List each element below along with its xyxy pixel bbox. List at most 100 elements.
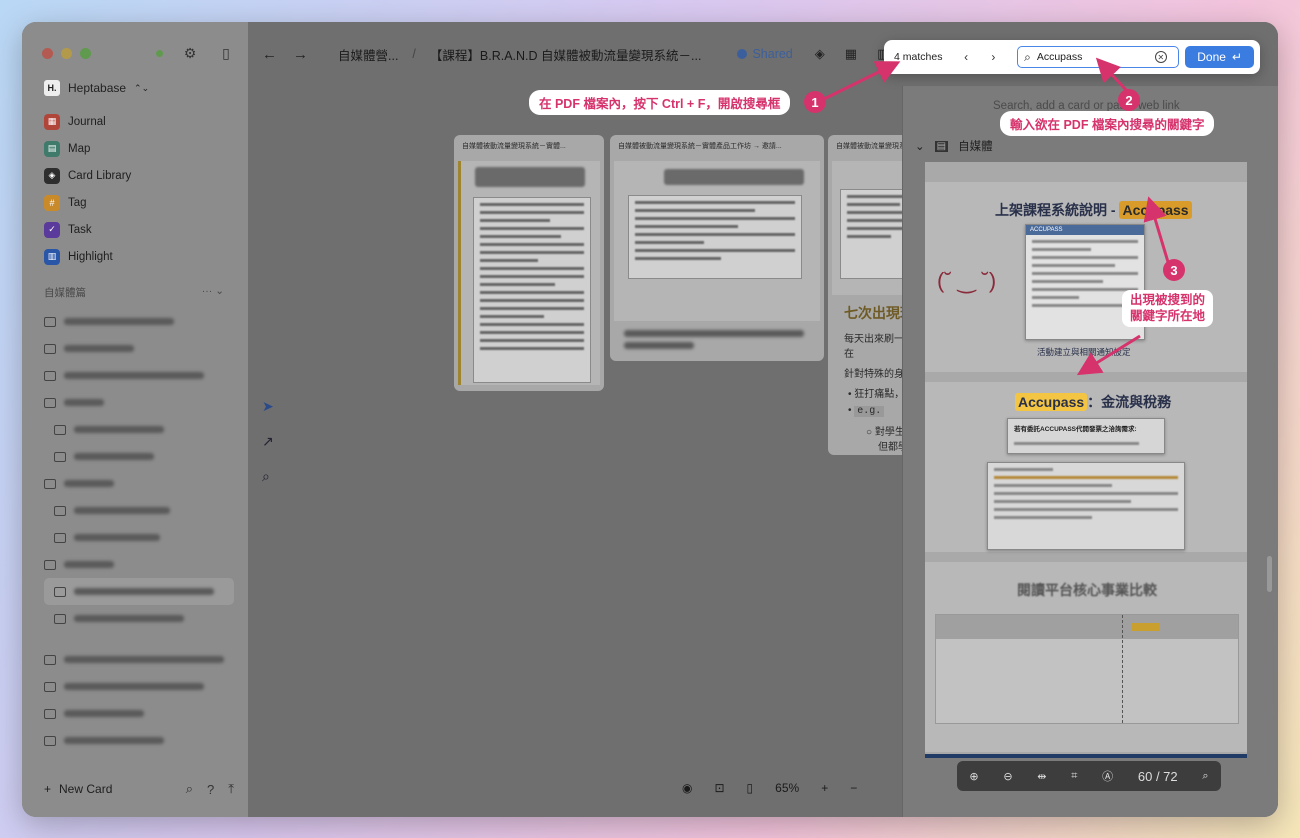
card-icon bbox=[44, 708, 56, 719]
canvas-tools: ➤ ↗ ⌕ bbox=[262, 398, 274, 485]
sidebar-item-tag[interactable]: # Tag bbox=[44, 189, 131, 216]
crop-icon[interactable]: ⌗ bbox=[1071, 770, 1077, 783]
scrollbar[interactable] bbox=[1267, 556, 1272, 592]
card-title: 自媒體被動流量變現系統－實體產品工作坊 → 邀請... bbox=[618, 143, 782, 150]
sidebar-item-highlight[interactable]: ▥ Highlight bbox=[44, 243, 131, 270]
tree-item[interactable] bbox=[44, 497, 234, 524]
zoom-out-button[interactable]: − bbox=[850, 781, 857, 795]
chevron-updown-icon: ⌃⌄ bbox=[134, 82, 150, 93]
zoom-in-icon[interactable]: ⊕ bbox=[969, 770, 978, 783]
tree-item[interactable] bbox=[44, 308, 234, 335]
sidebar-item-map[interactable]: ▤ Map bbox=[44, 135, 131, 162]
help-icon[interactable]: ? bbox=[207, 782, 214, 797]
upload-icon[interactable]: ⤒ bbox=[228, 781, 234, 797]
done-button[interactable]: Done ↵ bbox=[1185, 46, 1254, 68]
smiley-doodle-icon: (˘ ‿ ˘) bbox=[937, 268, 997, 293]
sidebar-toggle-icon[interactable]: ▯ bbox=[217, 44, 235, 62]
breadcrumb-separator: / bbox=[412, 47, 416, 61]
minimize-window-button[interactable] bbox=[61, 48, 72, 59]
tree-item[interactable] bbox=[44, 389, 234, 416]
pdf-page-thumbnail bbox=[473, 197, 591, 383]
tree-item[interactable] bbox=[44, 416, 234, 443]
back-arrow-icon[interactable]: ← bbox=[262, 46, 277, 63]
clear-icon[interactable]: ✕ bbox=[1154, 51, 1167, 63]
card-icon bbox=[44, 343, 56, 354]
folder-icon bbox=[44, 397, 56, 408]
arrow-connector-icon[interactable]: ↗ bbox=[262, 433, 274, 450]
tree-item[interactable] bbox=[44, 443, 234, 470]
pdf-page-thumbnail bbox=[628, 195, 802, 279]
annotation-step-1: 在 PDF 檔案內，按下 Ctrl + F，開啟搜尋框 bbox=[529, 90, 791, 115]
previous-match-button[interactable]: ‹ bbox=[952, 50, 979, 64]
annotate-icon[interactable]: Ⓐ bbox=[1102, 768, 1113, 784]
forward-arrow-icon[interactable]: → bbox=[293, 46, 308, 63]
tree-item[interactable] bbox=[44, 605, 234, 632]
next-match-button[interactable]: › bbox=[980, 50, 1007, 64]
search-match-current: Accupass bbox=[1119, 201, 1192, 219]
chevron-down-icon[interactable]: ⌄ bbox=[915, 139, 925, 153]
fit-screen-icon[interactable]: ⊡ bbox=[714, 781, 724, 795]
calendar-icon[interactable]: ▦ bbox=[845, 46, 857, 62]
pdf-file-icon: ▤ bbox=[934, 140, 949, 152]
mouse-icon[interactable]: ▯ bbox=[747, 781, 754, 795]
card-bullet: • e.g. bbox=[848, 405, 885, 417]
tree-item[interactable] bbox=[44, 673, 234, 700]
zoom-in-button[interactable]: + bbox=[821, 781, 828, 795]
close-window-button[interactable] bbox=[42, 48, 53, 59]
search-icon[interactable]: ⌕ bbox=[186, 781, 193, 797]
shared-button[interactable]: Shared bbox=[737, 47, 793, 61]
sidebar-item-journal[interactable]: ▦ Journal bbox=[44, 108, 131, 135]
card-icon bbox=[54, 613, 66, 624]
tree-item[interactable] bbox=[44, 727, 234, 754]
card-icon bbox=[54, 505, 66, 516]
tree-item[interactable] bbox=[44, 700, 234, 727]
sidebar-item-task[interactable]: ✓ Task bbox=[44, 216, 131, 243]
annotation-number-2: 2 bbox=[1118, 89, 1140, 111]
card-icon bbox=[54, 532, 66, 543]
pdf-viewer[interactable]: 上架課程系統說明 - Accupass ACCUPASS (˘ ‿ ˘) 活動建… bbox=[925, 162, 1247, 758]
search-icon[interactable]: ⌕ bbox=[1202, 770, 1208, 783]
card-icon bbox=[44, 735, 56, 746]
card-icon bbox=[54, 451, 66, 462]
zoom-out-icon[interactable]: ⊖ bbox=[1003, 770, 1012, 783]
new-card-button[interactable]: + New Card bbox=[44, 782, 172, 796]
pdf-card-header[interactable]: ⌄ ▤ 自媒體 bbox=[915, 132, 1266, 160]
zoom-level[interactable]: 65% bbox=[775, 781, 799, 795]
breadcrumb-current[interactable]: 【課程】B.R.A.N.D 自媒體被動流量變現系統－... bbox=[430, 45, 702, 64]
plus-icon: + bbox=[44, 782, 52, 796]
sidebar-section-header[interactable]: 自媒體篇 ··· ⌄ bbox=[44, 285, 224, 300]
main-area: ← → 自媒體營... / 【課程】B.R.A.N.D 自媒體被動流量變現系統－… bbox=[248, 22, 1278, 817]
eye-icon[interactable]: ◉ bbox=[682, 781, 692, 795]
canvas-card[interactable]: 自媒體被動流量變現系統－實體... bbox=[454, 135, 604, 391]
settings-gear-icon[interactable]: ⚙ bbox=[181, 44, 199, 62]
card-heading-blurred bbox=[475, 167, 585, 187]
sidebar-tree bbox=[44, 308, 234, 754]
fit-width-icon[interactable]: ⇹ bbox=[1037, 770, 1046, 783]
canvas-card[interactable]: 自媒體被動流量變現系統－實體產品工作坊 → 邀請... bbox=[610, 135, 824, 361]
pdf-page: 閱讀平台核心事業比較 bbox=[925, 562, 1247, 752]
workspace-switcher[interactable]: H. Heptabase ⌃⌄ bbox=[44, 80, 149, 96]
tree-item[interactable] bbox=[44, 646, 234, 673]
tree-item-selected[interactable] bbox=[44, 578, 234, 605]
slide-caption: 活動建立與相關通知設定 bbox=[1037, 347, 1131, 357]
workspace-logo: H. bbox=[44, 80, 60, 96]
select-cursor-icon[interactable]: ➤ bbox=[262, 398, 274, 415]
pdf-title: 自媒體 bbox=[958, 141, 993, 153]
more-options-icon[interactable]: ··· ⌄ bbox=[202, 285, 224, 300]
zoom-window-button[interactable] bbox=[80, 48, 91, 59]
app-window: ⚙ ▯ H. Heptabase ⌃⌄ ▦ Journal ▤ Map ◈ Card … bbox=[22, 22, 1278, 817]
find-input[interactable] bbox=[1036, 51, 1149, 63]
pdf-page: Accupass ：金流與稅務 若有委託ACCUPASS代開發票之洽詢需求: bbox=[925, 382, 1247, 552]
tree-item[interactable] bbox=[44, 362, 234, 389]
pdf-page: 上架課程系統說明 - Accupass ACCUPASS (˘ ‿ ˘) 活動建… bbox=[925, 182, 1247, 372]
sidebar-item-card-library[interactable]: ◈ Card Library bbox=[44, 162, 131, 189]
tree-item[interactable] bbox=[44, 551, 234, 578]
tree-item[interactable] bbox=[44, 524, 234, 551]
card-icon bbox=[44, 681, 56, 692]
tree-item[interactable] bbox=[44, 335, 234, 362]
layers-icon[interactable]: ◈ bbox=[815, 46, 825, 62]
search-icon[interactable]: ⌕ bbox=[262, 468, 274, 485]
breadcrumb-parent[interactable]: 自媒體營... bbox=[338, 45, 398, 64]
annotation-step-2: 輸入欲在 PDF 檔案內搜尋的關鍵字 bbox=[1000, 111, 1215, 136]
tree-item[interactable] bbox=[44, 470, 234, 497]
